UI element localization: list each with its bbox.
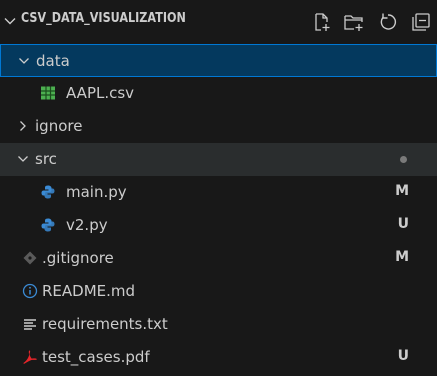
modified-dot-indicator bbox=[400, 156, 407, 163]
tree-item-readme[interactable]: README.md bbox=[0, 275, 437, 308]
chevron-down-icon[interactable] bbox=[2, 13, 18, 29]
section-title: CSV_DATA_VISUALIZATION bbox=[21, 11, 186, 26]
tree-item-label: README.md bbox=[42, 282, 136, 300]
tree-item-main-py[interactable]: main.py M bbox=[0, 176, 437, 209]
python-icon bbox=[41, 185, 55, 199]
tree-item-requirements[interactable]: requirements.txt bbox=[0, 308, 437, 341]
git-status-badge: M bbox=[395, 249, 409, 265]
tree-item-label: AAPL.csv bbox=[66, 84, 135, 102]
tree-item-label: .gitignore bbox=[42, 249, 114, 267]
tree-item-label: main.py bbox=[66, 183, 127, 201]
tree-item-data-folder[interactable]: data bbox=[0, 44, 437, 77]
git-status-badge: U bbox=[397, 216, 409, 232]
tree-item-test-cases-pdf[interactable]: test_cases.pdf U bbox=[0, 341, 437, 374]
git-status-badge: M bbox=[395, 183, 409, 199]
tree-item-label: ignore bbox=[35, 117, 83, 135]
collapse-all-icon[interactable] bbox=[410, 11, 432, 33]
tree-item-v2-py[interactable]: v2.py U bbox=[0, 209, 437, 242]
tree-item-src-folder[interactable]: src bbox=[0, 143, 437, 176]
python-icon bbox=[41, 218, 55, 232]
chevron-down-icon[interactable] bbox=[16, 152, 30, 166]
new-file-icon[interactable] bbox=[310, 11, 332, 33]
csv-icon bbox=[41, 86, 55, 100]
tree-item-label: data bbox=[36, 52, 70, 70]
tree-item-label: requirements.txt bbox=[42, 315, 168, 333]
explorer-panel: CSV_DATA_VISUALIZATION data AAPL.csv ign… bbox=[0, 0, 437, 376]
chevron-right-icon[interactable] bbox=[16, 119, 30, 133]
info-icon bbox=[22, 283, 38, 299]
tree-item-ignore-folder[interactable]: ignore bbox=[0, 110, 437, 143]
chevron-down-icon[interactable] bbox=[17, 54, 31, 68]
tree-item-label: test_cases.pdf bbox=[42, 348, 150, 366]
git-icon bbox=[23, 251, 37, 265]
tree-item-label: src bbox=[35, 150, 57, 168]
tree-item-aapl-csv[interactable]: AAPL.csv bbox=[0, 77, 437, 110]
pdf-icon bbox=[23, 350, 37, 364]
tree-item-gitignore[interactable]: .gitignore M bbox=[0, 242, 437, 275]
git-status-badge: U bbox=[397, 348, 409, 364]
tree-item-label: v2.py bbox=[66, 216, 108, 234]
explorer-section-header[interactable]: CSV_DATA_VISUALIZATION bbox=[0, 0, 437, 44]
text-lines-icon bbox=[24, 319, 36, 330]
new-folder-icon[interactable] bbox=[343, 11, 365, 33]
refresh-icon[interactable] bbox=[377, 11, 399, 33]
